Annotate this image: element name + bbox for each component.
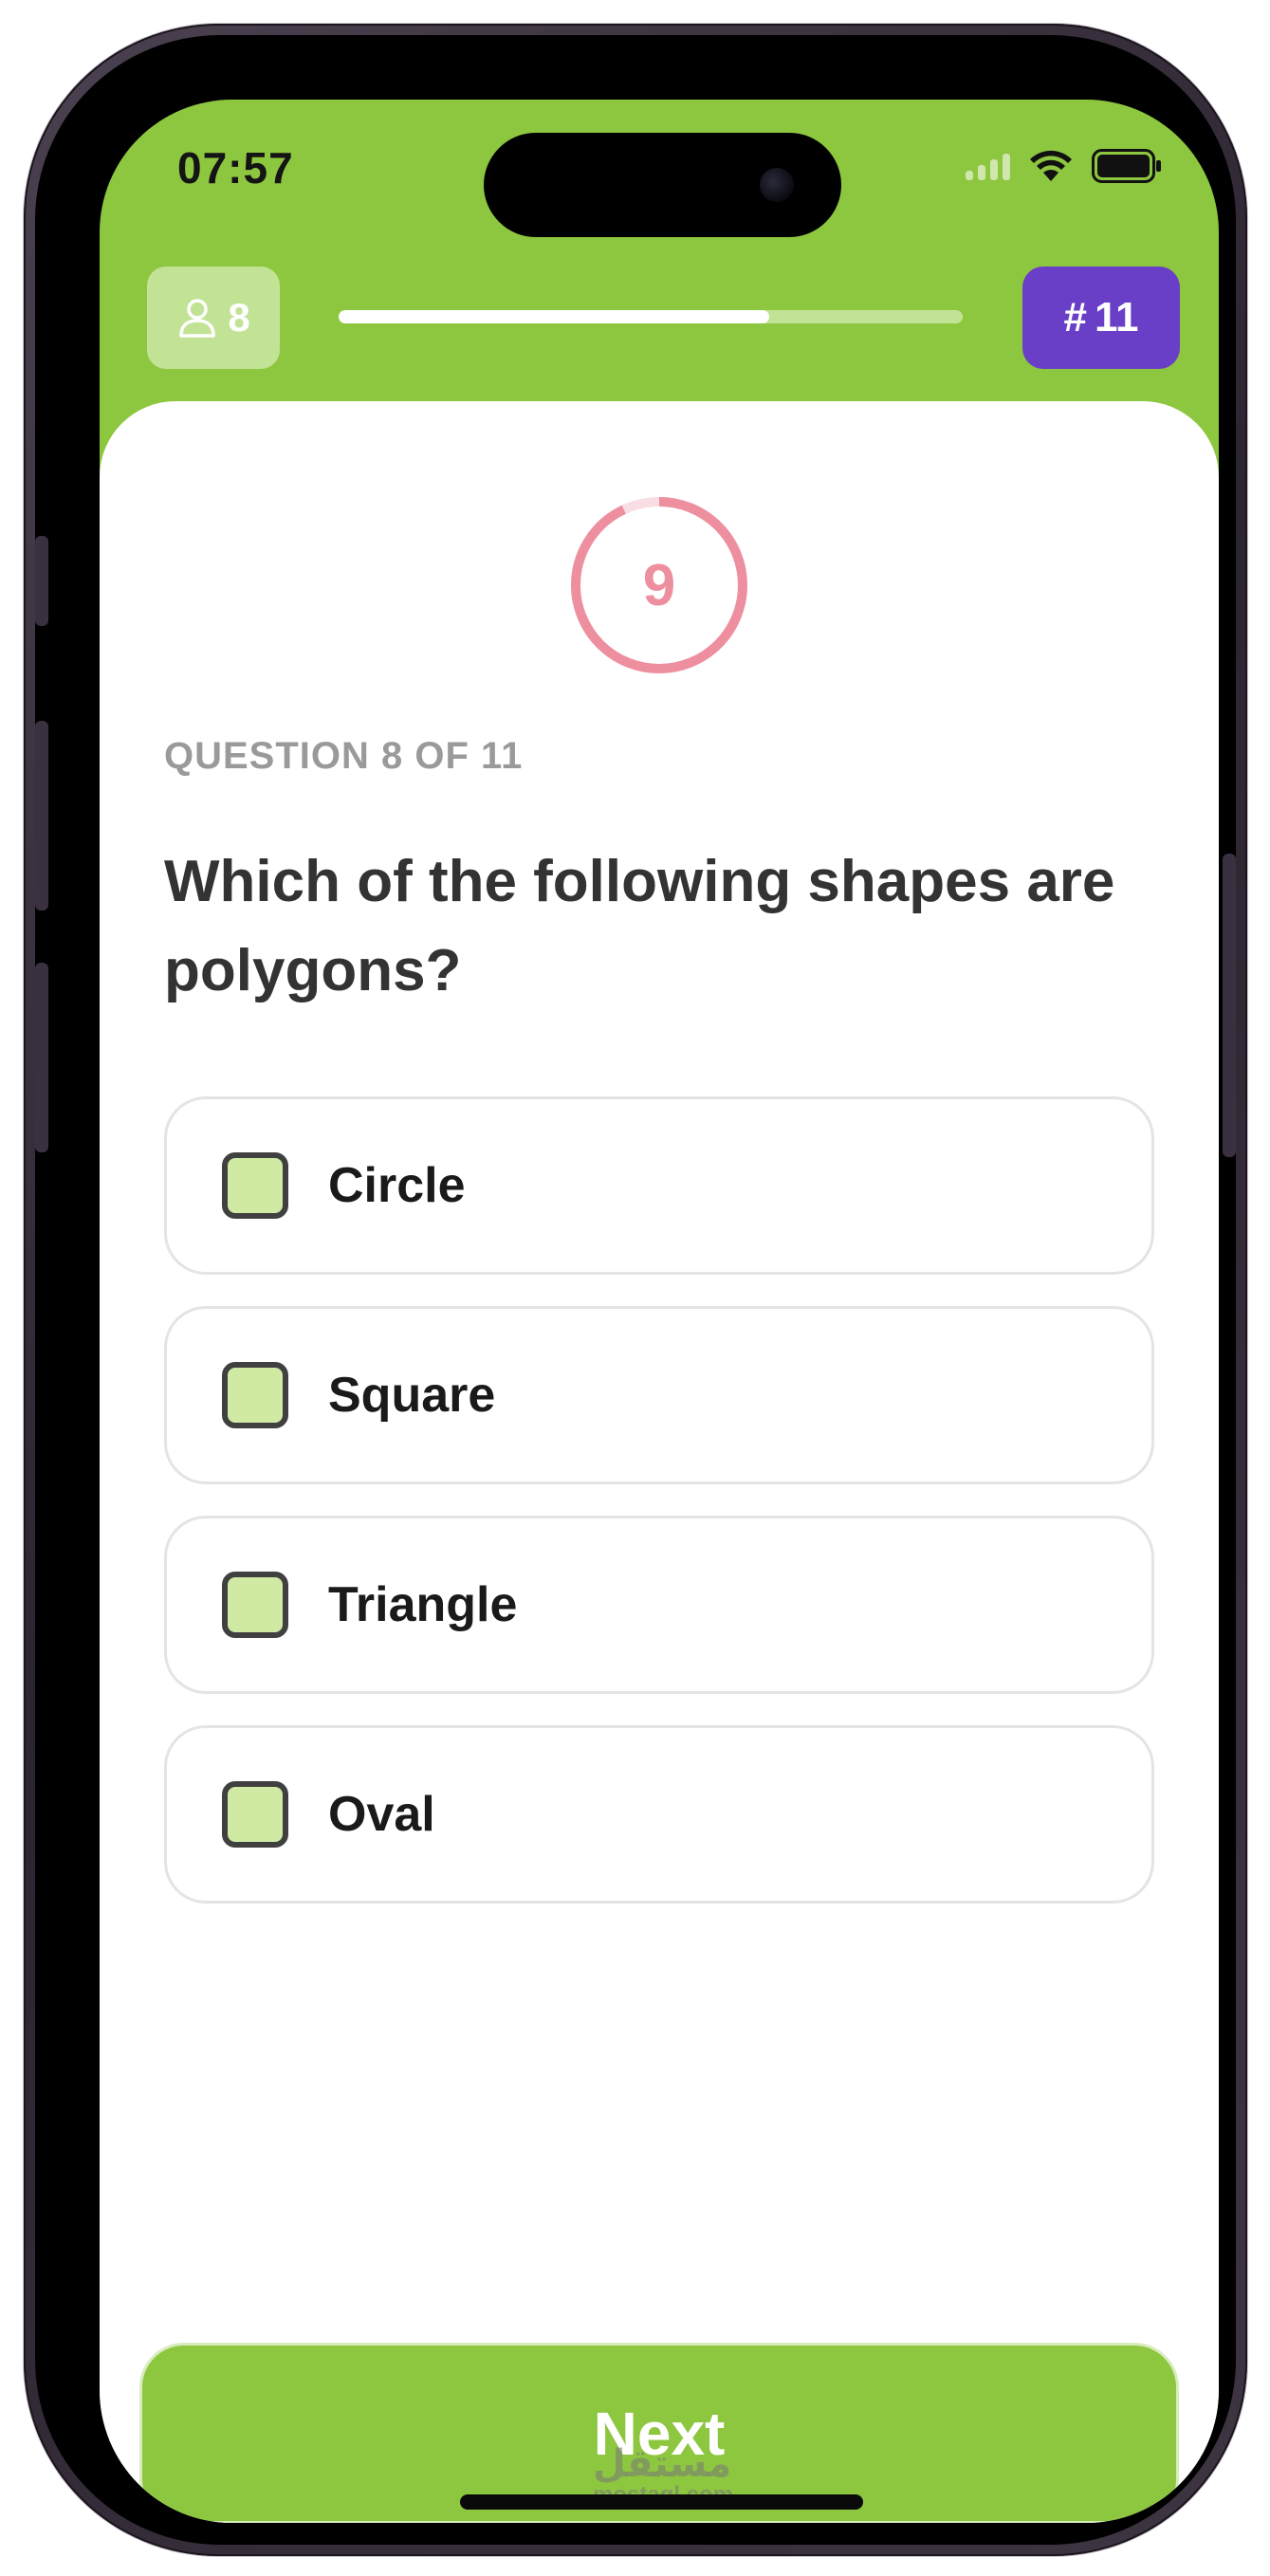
- camera-icon: [760, 168, 794, 202]
- volume-down-button: [35, 963, 48, 1152]
- option-label: Oval: [328, 1787, 435, 1842]
- volume-up-button: [35, 721, 48, 911]
- option-circle[interactable]: Circle: [164, 1096, 1154, 1275]
- option-label: Square: [328, 1368, 496, 1423]
- battery-icon: [1092, 149, 1161, 183]
- question-card: 9 QUESTION 8 OF 11 Which of the followin…: [100, 401, 1219, 2523]
- status-time: 07:57: [177, 143, 294, 193]
- status-icons: [966, 149, 1162, 183]
- answer-options: Circle Square Triangle Oval: [164, 1096, 1154, 1935]
- option-triangle[interactable]: Triangle: [164, 1516, 1154, 1694]
- wifi-icon: [1030, 150, 1072, 181]
- dynamic-island: [484, 133, 841, 237]
- status-bar: 07:57: [100, 100, 1219, 242]
- home-indicator[interactable]: [460, 2494, 863, 2510]
- option-oval[interactable]: Oval: [164, 1725, 1154, 1904]
- cellular-signal-icon: [966, 152, 1010, 180]
- option-label: Triangle: [328, 1577, 518, 1632]
- power-button: [1223, 854, 1236, 1157]
- question-text: Which of the following shapes are polygo…: [164, 849, 1115, 1003]
- watermark-logo: مستقل: [593, 2442, 732, 2486]
- option-square[interactable]: Square: [164, 1306, 1154, 1484]
- question-progress-label: QUESTION 8 OF 11: [164, 735, 524, 777]
- checkbox[interactable]: [222, 1362, 288, 1428]
- quiz-progress-fill: [339, 310, 770, 323]
- option-label: Circle: [328, 1158, 466, 1213]
- checkbox[interactable]: [222, 1781, 288, 1848]
- quiz-progress-bar: [339, 310, 963, 323]
- countdown-timer: 9: [567, 493, 751, 677]
- hash-icon: #: [1063, 294, 1087, 340]
- user-icon: [179, 299, 216, 338]
- question-count-badge[interactable]: # 11: [1022, 267, 1180, 369]
- app-screen: 07:57 8 # 11 9 QUESTION 8 OF 11 Which of…: [100, 100, 1219, 2523]
- players-badge[interactable]: 8: [147, 267, 280, 369]
- phone-frame: 07:57 8 # 11 9 QUESTION 8 OF 11 Which of…: [24, 24, 1247, 2556]
- checkbox[interactable]: [222, 1152, 288, 1219]
- action-button: [35, 536, 48, 626]
- timer-value: 9: [642, 552, 676, 618]
- checkbox[interactable]: [222, 1572, 288, 1638]
- players-count: 8: [228, 295, 250, 340]
- question-count: 11: [1094, 294, 1139, 340]
